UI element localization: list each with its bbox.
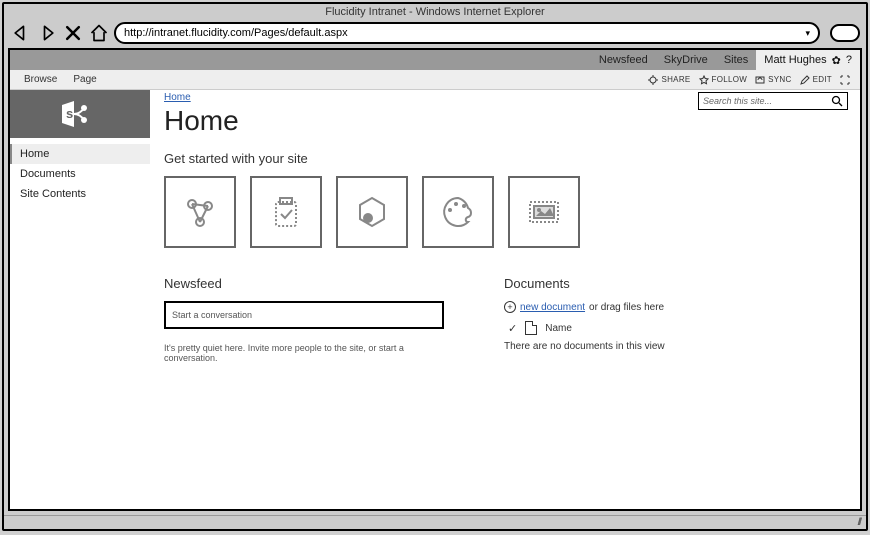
- go-button[interactable]: [830, 24, 860, 42]
- promo-tiles: [164, 176, 848, 248]
- ribbon-share[interactable]: SHARE: [648, 75, 690, 85]
- help-icon[interactable]: ?: [846, 54, 852, 66]
- topnav-skydrive[interactable]: SkyDrive: [656, 54, 716, 66]
- stop-button[interactable]: [62, 22, 84, 44]
- check-icon[interactable]: ✓: [508, 322, 517, 335]
- suite-bar: Newsfeed SkyDrive Sites Matt Hughes ✿ ?: [10, 50, 860, 70]
- url-text: http://intranet.flucidity.com/Pages/defa…: [124, 27, 805, 39]
- ribbon-tab-browse[interactable]: Browse: [16, 74, 65, 85]
- column-name[interactable]: Name: [545, 323, 572, 334]
- ribbon: Browse Page SHARE FOLLOW SYNC EDIT: [10, 70, 860, 90]
- back-button[interactable]: [10, 22, 32, 44]
- status-bar: ///: [4, 515, 866, 529]
- browser-toolbar: http://intranet.flucidity.com/Pages/defa…: [4, 20, 866, 48]
- newsfeed-heading: Newsfeed: [164, 276, 444, 291]
- documents-empty: There are no documents in this view: [504, 341, 764, 352]
- tile-lists[interactable]: [336, 176, 408, 248]
- topnav-newsfeed[interactable]: Newsfeed: [591, 54, 656, 66]
- search-input[interactable]: Search this site...: [698, 92, 848, 110]
- gear-icon[interactable]: ✿: [832, 54, 841, 67]
- ribbon-edit[interactable]: EDIT: [800, 75, 832, 85]
- add-document-icon[interactable]: +: [504, 301, 516, 313]
- sidebar-item-home[interactable]: Home: [10, 144, 150, 164]
- ribbon-sync[interactable]: SYNC: [755, 75, 791, 85]
- home-button[interactable]: [88, 22, 110, 44]
- url-dropdown-icon[interactable]: ▾: [805, 28, 810, 39]
- resize-grip-icon[interactable]: ///: [858, 517, 860, 528]
- search-icon[interactable]: [831, 95, 843, 107]
- drag-hint: or drag files here: [589, 302, 664, 313]
- tile-working[interactable]: [250, 176, 322, 248]
- ribbon-follow[interactable]: FOLLOW: [699, 75, 748, 85]
- sidebar-item-documents[interactable]: Documents: [10, 164, 150, 184]
- search-placeholder: Search this site...: [703, 96, 831, 106]
- newsfeed-empty: It's pretty quiet here. Invite more peop…: [164, 343, 444, 363]
- newsfeed-input[interactable]: Start a conversation: [164, 301, 444, 329]
- tile-remove[interactable]: [508, 176, 580, 248]
- window-title: Flucidity Intranet - Windows Internet Ex…: [4, 4, 866, 20]
- documents-heading: Documents: [504, 276, 764, 291]
- site-logo[interactable]: s: [10, 90, 150, 138]
- user-menu[interactable]: Matt Hughes ✿ ?: [756, 50, 860, 70]
- ribbon-focus[interactable]: [840, 75, 850, 85]
- get-started-heading: Get started with your site: [164, 151, 848, 166]
- ribbon-tab-page[interactable]: Page: [65, 74, 104, 85]
- file-icon: [525, 321, 537, 335]
- user-name: Matt Hughes: [764, 54, 826, 66]
- forward-button[interactable]: [36, 22, 58, 44]
- tile-share[interactable]: [164, 176, 236, 248]
- svg-text:s: s: [66, 106, 73, 121]
- address-bar[interactable]: http://intranet.flucidity.com/Pages/defa…: [114, 22, 820, 44]
- sidebar-item-site-contents[interactable]: Site Contents: [10, 184, 150, 204]
- new-document-link[interactable]: new document: [520, 302, 585, 313]
- topnav-sites[interactable]: Sites: [716, 54, 756, 66]
- sidebar: s Home Documents Site Contents: [10, 90, 150, 509]
- tile-style[interactable]: [422, 176, 494, 248]
